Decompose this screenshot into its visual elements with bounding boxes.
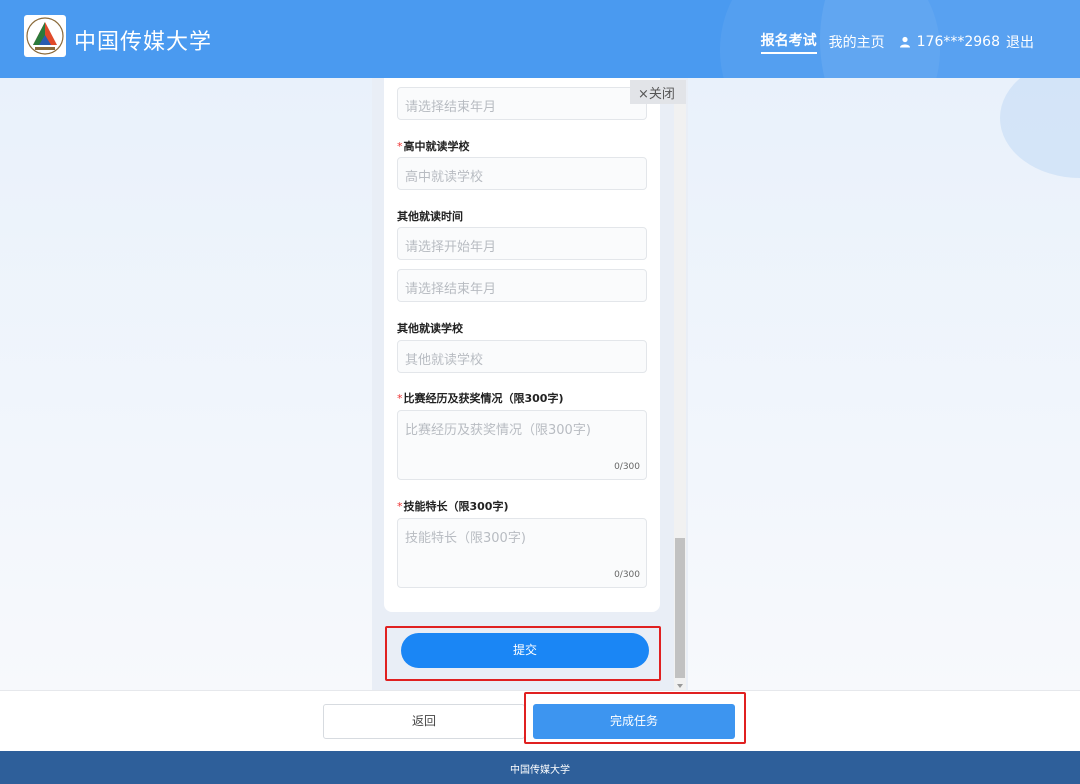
skills-label-text: 技能特长（限300字) xyxy=(403,500,509,513)
other-time-label: 其他就读时间 xyxy=(397,210,463,223)
required-mark: * xyxy=(397,392,403,405)
high-school-label-text: 高中就读学校 xyxy=(403,140,470,153)
close-button[interactable]: ×关闭 xyxy=(630,80,686,104)
back-button[interactable]: 返回 xyxy=(323,704,525,739)
competition-placeholder: 比赛经历及获奖情况（限300字) xyxy=(405,423,591,438)
scrollbar-thumb[interactable] xyxy=(675,538,685,678)
competition-label-text: 比赛经历及获奖情况（限300字) xyxy=(403,392,564,405)
submit-highlight-box xyxy=(385,626,661,681)
top-nav: 报名考试 我的主页 176***2968 退出 xyxy=(760,30,1034,54)
user-icon xyxy=(899,36,910,48)
skills-label: *技能特长（限300字) xyxy=(397,498,509,514)
page-footer: 中国传媒大学 xyxy=(0,751,1080,784)
competition-textarea[interactable]: 比赛经历及获奖情况（限300字) 0/300 xyxy=(397,410,647,480)
nav-my-homepage[interactable]: 我的主页 xyxy=(829,32,885,52)
skills-char-counter: 0/300 xyxy=(614,570,640,580)
user-phone: 176***2968 xyxy=(916,34,1000,50)
end-date-placeholder: 请选择结束年月 xyxy=(405,100,497,115)
other-end-date-field[interactable]: 请选择结束年月 xyxy=(397,269,647,302)
skills-textarea[interactable]: 技能特长（限300字) 0/300 xyxy=(397,518,647,588)
logout-link[interactable]: 退出 xyxy=(1006,32,1034,52)
required-mark: * xyxy=(397,140,403,153)
page-background-left xyxy=(0,78,372,690)
other-school-input[interactable]: 其他就读学校 xyxy=(397,340,647,373)
other-start-date-field[interactable]: 请选择开始年月 xyxy=(397,227,647,260)
high-school-placeholder: 高中就读学校 xyxy=(405,170,484,185)
other-school-label: 其他就读学校 xyxy=(397,322,463,335)
university-logo[interactable] xyxy=(24,15,66,57)
competition-char-counter: 0/300 xyxy=(614,462,640,472)
page-background-right xyxy=(688,78,1080,690)
high-school-input[interactable]: 高中就读学校 xyxy=(397,157,647,190)
logo-emblem-icon xyxy=(26,17,64,55)
other-school-placeholder: 其他就读学校 xyxy=(405,353,484,368)
competition-label: *比赛经历及获奖情况（限300字) xyxy=(397,390,564,406)
background-decoration xyxy=(1000,78,1080,178)
required-mark: * xyxy=(397,500,403,513)
other-start-placeholder: 请选择开始年月 xyxy=(405,240,497,255)
other-end-placeholder: 请选择结束年月 xyxy=(405,282,497,297)
form-dialog: 请选择结束年月 *高中就读学校 高中就读学校 其他就读时间 请选择开始年月 请选… xyxy=(372,78,688,690)
complete-task-highlight-box xyxy=(524,692,746,744)
brand-name[interactable]: 中国传媒大学 xyxy=(74,24,212,56)
end-date-field-1[interactable]: 请选择结束年月 xyxy=(397,87,647,120)
form-card: 请选择结束年月 *高中就读学校 高中就读学校 其他就读时间 请选择开始年月 请选… xyxy=(384,78,660,612)
scroll-down-arrow-icon[interactable] xyxy=(677,684,683,688)
skills-placeholder: 技能特长（限300字) xyxy=(405,531,526,546)
high-school-label: *高中就读学校 xyxy=(397,138,470,154)
top-header: 中国传媒大学 报名考试 我的主页 176***2968 退出 xyxy=(0,0,1080,78)
nav-exam-registration[interactable]: 报名考试 xyxy=(760,30,817,54)
user-account[interactable]: 176***2968 xyxy=(899,34,1000,50)
dialog-scrollbar[interactable] xyxy=(674,104,686,690)
